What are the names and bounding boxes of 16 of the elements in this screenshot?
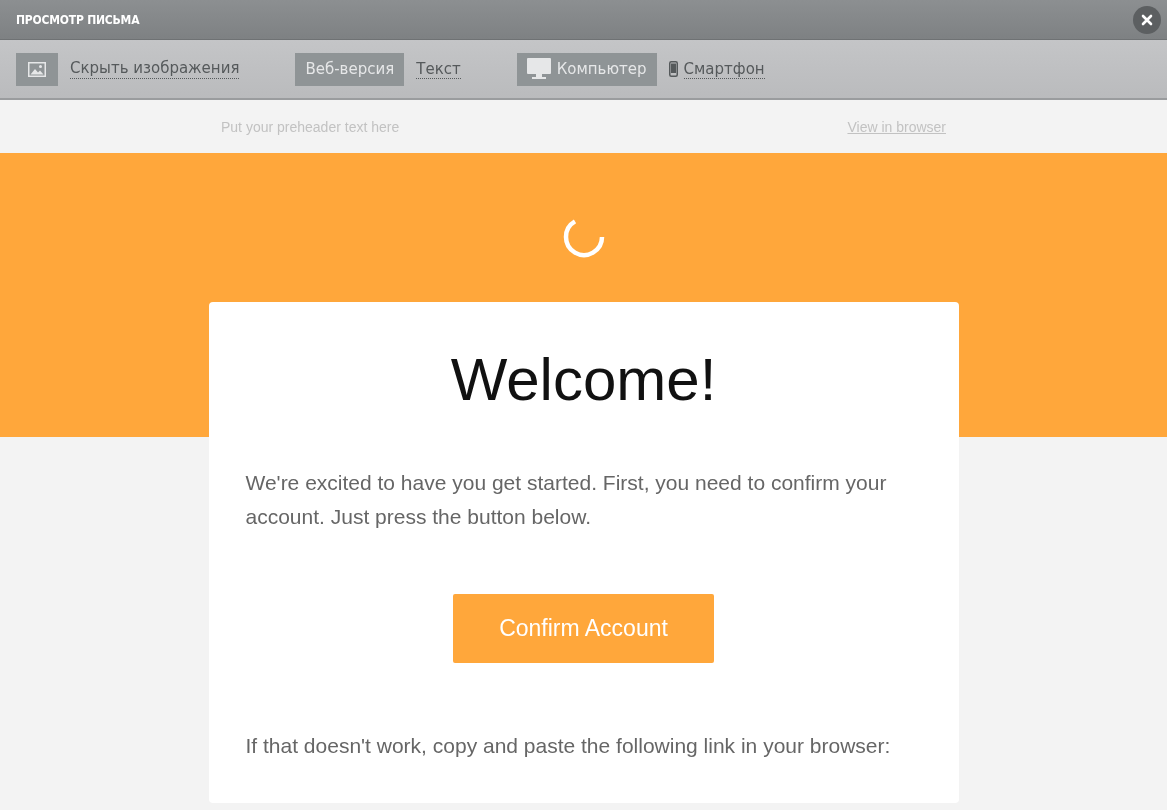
format-tab[interactable]: Текст (406, 52, 471, 86)
image-toggle-button[interactable] (16, 52, 58, 86)
confirm-account-button[interactable]: Confirm Account (453, 594, 714, 663)
welcome-heading: Welcome! (449, 345, 718, 415)
close-button[interactable] (1133, 5, 1161, 34)
format-tab[interactable]: Веб-версия (295, 52, 405, 86)
device-tab[interactable]: Смартфон (658, 52, 775, 86)
phone-icon (668, 61, 678, 77)
hide-images-link[interactable]: Скрыть изображения (70, 59, 240, 79)
close-icon (1141, 13, 1153, 26)
device-tab[interactable]: Компьютер (516, 52, 657, 86)
fallback-paragraph: If that doesn't work, copy and paste the following link in your browser: (245, 733, 892, 759)
window-title: ПРОСМОТР ПИСЬМА (16, 12, 140, 27)
image-icon (28, 61, 46, 77)
monitor-icon (526, 58, 551, 80)
intro-paragraph: We're excited to have you get started. First, you need to confirm your account. Just press the button below. (245, 470, 888, 530)
